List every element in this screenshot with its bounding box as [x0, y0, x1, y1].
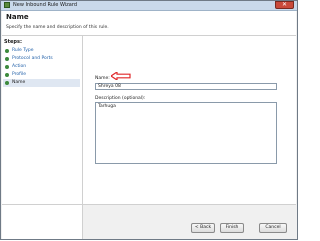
step-name[interactable]: Name [3, 79, 80, 87]
wizard-window: New Inbound Rule Wizard ✕ Name Specify t… [0, 0, 298, 240]
step-action[interactable]: Action [3, 63, 80, 71]
step-label: Action [12, 64, 27, 69]
description-textarea[interactable]: Tarhuga [95, 102, 277, 164]
annotation-arrow-icon [111, 72, 131, 80]
page-description: Specify the name and description of this… [6, 25, 109, 30]
step-bullet-icon [5, 49, 9, 53]
description-label: Description (optional): [95, 96, 146, 101]
title-bar[interactable]: New Inbound Rule Wizard ✕ [1, 1, 297, 11]
steps-header: Steps: [4, 39, 22, 45]
step-rule-type[interactable]: Rule Type [3, 47, 80, 55]
step-profile[interactable]: Profile [3, 71, 80, 79]
step-label: Protocol and Ports [12, 56, 53, 61]
name-input[interactable]: Shreya 08 [95, 83, 277, 90]
step-bullet-icon [5, 81, 9, 85]
close-icon: ✕ [281, 1, 288, 8]
step-bullet-icon [5, 57, 9, 61]
firewall-icon [4, 2, 10, 8]
step-bullet-icon [5, 65, 9, 69]
step-label: Rule Type [12, 48, 34, 53]
steps-panel: Steps: Rule Type Protocol and Ports Acti… [2, 36, 83, 239]
finish-button[interactable]: Finish [220, 223, 244, 233]
step-protocol-and-ports[interactable]: Protocol and Ports [3, 55, 80, 63]
page-title: Name [6, 13, 29, 21]
wizard-header: Name Specify the name and description of… [2, 11, 296, 36]
window-title: New Inbound Rule Wizard [13, 2, 77, 8]
footer-divider [2, 204, 296, 205]
close-button[interactable]: ✕ [275, 1, 294, 9]
name-label: Name: [95, 76, 110, 81]
content-area: Name: Shreya 08 Description (optional): … [83, 36, 296, 204]
step-label: Name [12, 80, 26, 85]
back-button[interactable]: < Back [191, 223, 215, 233]
step-label: Profile [12, 72, 26, 77]
step-bullet-icon [5, 73, 9, 77]
cancel-button[interactable]: Cancel [259, 223, 287, 233]
